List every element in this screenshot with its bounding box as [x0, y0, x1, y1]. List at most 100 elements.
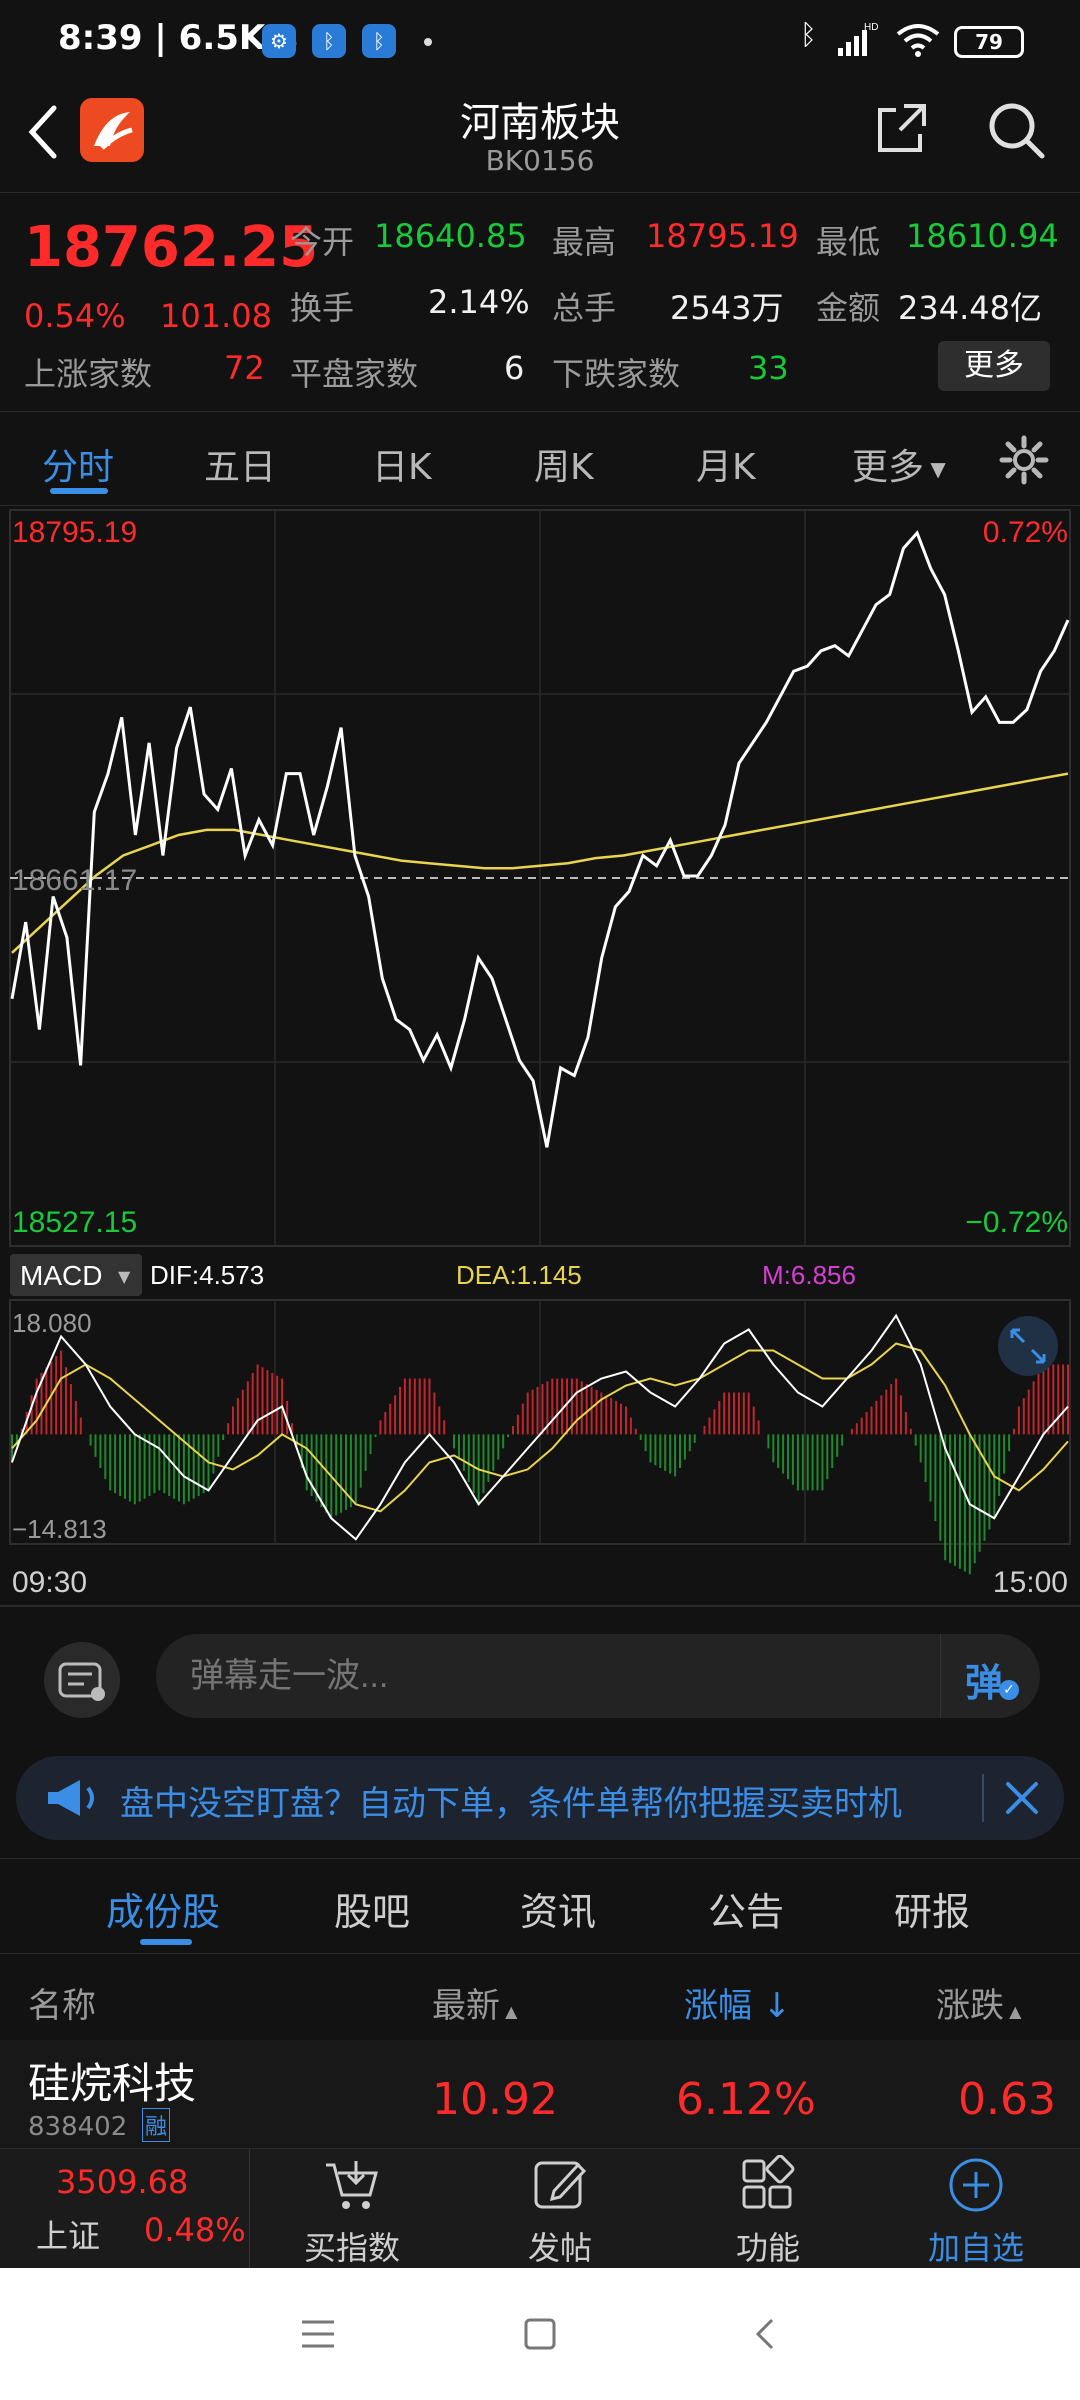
down-label: 下跌家数: [552, 355, 681, 393]
sort-icon: ▲: [1004, 2002, 1022, 2021]
back-nav-icon[interactable]: [748, 2316, 784, 2352]
index-pct: 0.48%: [144, 2211, 246, 2249]
nav-functions[interactable]: 功能: [668, 2149, 868, 2269]
tab-weekly-k[interactable]: 周K: [534, 438, 594, 490]
tab-five-day[interactable]: 五日: [204, 438, 276, 490]
tab-daily-k[interactable]: 日K: [372, 438, 432, 490]
macd-select-label: MACD: [20, 1260, 102, 1291]
macd-selector[interactable]: MACD ▼: [10, 1254, 142, 1296]
change-pct: 0.54%: [24, 297, 126, 335]
open-value: 18640.85: [374, 217, 527, 255]
home-icon[interactable]: [522, 2316, 558, 2352]
more-button[interactable]: 更多: [938, 341, 1050, 391]
current-price: 18762.25: [24, 215, 319, 280]
tab-intraday[interactable]: 分时: [42, 438, 114, 490]
dea-value: DEA:1.145: [456, 1260, 582, 1290]
menu-icon[interactable]: [300, 2316, 336, 2352]
low-label: 最低: [816, 223, 881, 261]
tab-more[interactable]: 更多 ▼: [852, 438, 946, 490]
bluetooth-app-icon-2: ᛒ: [362, 24, 396, 58]
index-value: 3509.68: [56, 2163, 189, 2201]
table-row[interactable]: 硅烷科技 838402 融 10.92 6.12% 0.63: [0, 2040, 1080, 2148]
search-icon[interactable]: [984, 98, 1048, 162]
sort-desc-icon: ↓: [752, 1986, 792, 2026]
comment-bar: 弹 ✓: [0, 1608, 1080, 1748]
macd-dropdown-icon: ▼: [118, 1267, 131, 1286]
bluetooth-icon: ᛒ: [800, 18, 817, 51]
svg-text:HD: HD: [864, 22, 878, 33]
header: 河南板块 BK0156: [0, 90, 1080, 190]
active-tab-indicator: [50, 488, 108, 494]
settings-icon[interactable]: [998, 434, 1050, 486]
tab-news[interactable]: 资讯: [520, 1881, 596, 1936]
sort-icon: ▲: [500, 2002, 518, 2021]
chart-grid: [0, 509, 1080, 1607]
promo-banner[interactable]: 盘中没空盯盘？自动下单，条件单帮你把握买卖时机: [16, 1756, 1064, 1840]
stock-code: 838402: [28, 2112, 128, 2142]
change-value: 101.08: [160, 297, 272, 335]
notification-dot: [424, 38, 432, 46]
nav-post[interactable]: 发帖: [460, 2149, 660, 2269]
nav-buy-index[interactable]: 买指数: [252, 2149, 452, 2269]
check-icon: ✓: [999, 1680, 1019, 1700]
nav-post-label: 发帖: [527, 2229, 592, 2267]
expand-icon[interactable]: [998, 1316, 1058, 1376]
margin-tag: 融: [142, 2108, 171, 2142]
quote-panel: 18762.25 0.54% 101.08 上涨家数 72 今开 18640.8…: [0, 192, 1080, 412]
active-stock-tab-indicator: [140, 1939, 192, 1945]
reference-price-label: 18661.17: [12, 864, 137, 897]
intraday-chart[interactable]: 18795.19 0.72% 18661.17 18527.15 −0.72% …: [0, 508, 1080, 1608]
stock-name: 硅烷科技: [28, 2059, 197, 2108]
open-label: 今开: [290, 223, 355, 261]
nav-buy-index-label: 买指数: [303, 2229, 400, 2267]
bluetooth-app-icon: ᛒ: [312, 24, 346, 58]
down-count: 33: [748, 349, 789, 387]
tab-announcements[interactable]: 公告: [708, 1881, 784, 1936]
period-tabs: 分时 五日 日K 周K 月K 更多 ▼: [0, 414, 1080, 506]
header-change[interactable]: 涨跌 ▲: [936, 1978, 1021, 2027]
plus-circle-icon: [949, 2158, 1003, 2212]
tab-research[interactable]: 研报: [894, 1881, 970, 1936]
header-pct[interactable]: 涨幅 ↓: [684, 1978, 791, 2027]
stock-tabs: 成份股 股吧 资讯 公告 研报: [0, 1858, 1080, 1954]
danmu-input[interactable]: [190, 1634, 750, 1718]
tab-forum[interactable]: 股吧: [334, 1881, 410, 1936]
banner-divider: [982, 1774, 984, 1822]
dif-value: DIF:4.573: [150, 1260, 264, 1290]
stock-pct: 6.12%: [676, 2074, 816, 2125]
max-price-label: 18795.19: [12, 516, 137, 549]
banner-text: 盘中没空盯盘？自动下单，条件单帮你把握买卖时机: [120, 1784, 902, 1824]
danmu-send-button[interactable]: 弹 ✓: [940, 1634, 1040, 1718]
amount-label: 金额: [816, 289, 881, 327]
stock-change: 0.63: [958, 2074, 1056, 2125]
time-end-label: 15:00: [993, 1566, 1068, 1599]
header-name: 名称: [28, 1986, 96, 2026]
table-header: 名称 最新 ▲ 涨幅 ↓ 涨跌 ▲: [0, 1956, 1080, 2040]
flat-label: 平盘家数: [290, 355, 419, 393]
status-bar: 8:39 | 6.5K/s ⚙ ᛒ ᛒ ᛒ HD 79: [0, 0, 1080, 90]
tab-constituents[interactable]: 成份股: [106, 1881, 220, 1936]
high-label: 最高: [552, 223, 617, 261]
macd-max-label: 18.080: [12, 1308, 92, 1338]
close-icon[interactable]: [1002, 1778, 1042, 1818]
low-value: 18610.94: [906, 217, 1059, 255]
nav-add-watchlist[interactable]: 加自选: [876, 2149, 1076, 2269]
wifi-icon: [896, 24, 940, 57]
system-nav-bar: [0, 2268, 1080, 2400]
header-latest[interactable]: 最新 ▲: [432, 1978, 517, 2027]
danmu-toggle-icon[interactable]: [40, 1642, 124, 1718]
share-icon[interactable]: [874, 100, 930, 156]
nav-add-watchlist-label: 加自选: [927, 2229, 1024, 2267]
turnover-value: 2.14%: [428, 283, 530, 321]
danmu-input-wrapper: 弹 ✓: [156, 1634, 1040, 1718]
stock-latest: 10.92: [432, 2074, 558, 2125]
index-name: 上证: [36, 2217, 101, 2255]
bottom-nav: 3509.68 上证 0.48% 买指数 发帖 功能 加自选: [0, 2148, 1080, 2269]
min-pct-label: −0.72%: [965, 1206, 1068, 1239]
index-ticker[interactable]: 3509.68 上证 0.48%: [0, 2149, 250, 2269]
settings-app-icon: ⚙: [262, 24, 296, 58]
tab-monthly-k[interactable]: 月K: [696, 438, 756, 490]
amount-value: 234.48亿: [898, 289, 1042, 327]
turnover-label: 换手: [290, 289, 355, 327]
time-start-label: 09:30: [12, 1566, 87, 1599]
